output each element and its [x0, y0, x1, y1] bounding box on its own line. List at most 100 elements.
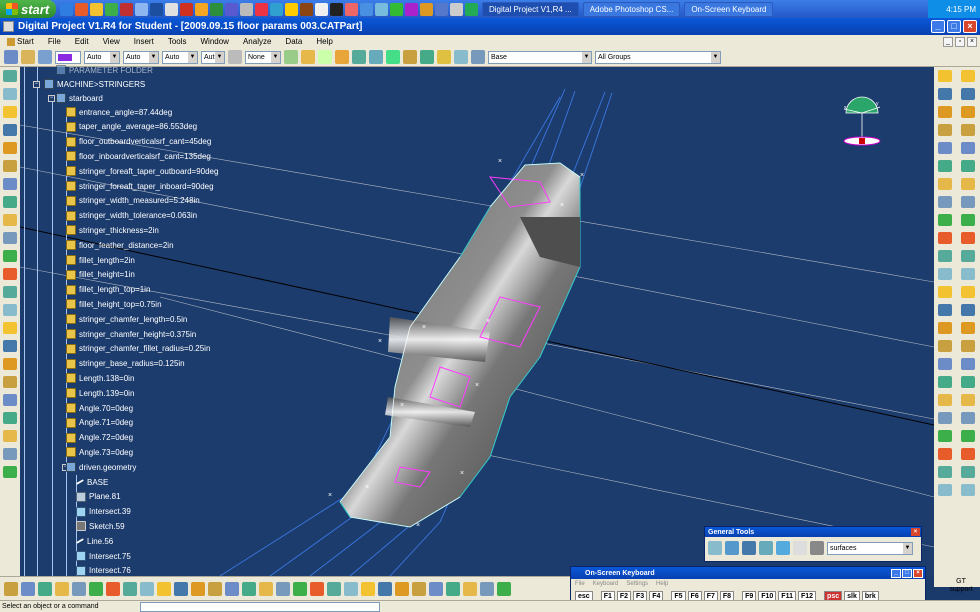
menu-view[interactable]: View	[96, 37, 127, 46]
quicklaunch-icon[interactable]	[420, 2, 433, 16]
tree-node-geometry[interactable]: Intersect.39	[76, 505, 131, 519]
measure-icon[interactable]	[725, 541, 739, 555]
quicklaunch-icon[interactable]	[375, 2, 388, 16]
right-tool-icon[interactable]	[961, 358, 975, 370]
bottom-tool-icon[interactable]	[395, 581, 409, 596]
right-tool-icon[interactable]	[961, 268, 975, 280]
left-tool-icon[interactable]	[3, 178, 17, 190]
right-tool-icon[interactable]	[961, 88, 975, 100]
maximize-button[interactable]: □	[947, 20, 961, 33]
quicklaunch-icon[interactable]	[405, 2, 418, 16]
clock[interactable]: 4:15 PM	[946, 5, 976, 14]
bottom-tool-icon[interactable]	[378, 581, 392, 596]
right-tool-icon[interactable]	[961, 124, 975, 136]
tree-node-parameter[interactable]: stringer_foreaft_taper_outboard=90deg	[66, 164, 218, 178]
brush-icon[interactable]	[301, 50, 315, 64]
left-tool-icon[interactable]	[3, 412, 17, 424]
close-icon[interactable]: ×	[911, 528, 920, 536]
menu-analyze[interactable]: Analyze	[236, 37, 278, 46]
tree-node-parameter[interactable]: Length.138=0in	[66, 371, 134, 385]
left-tool-icon[interactable]	[3, 160, 17, 172]
tree-node-parameter[interactable]: stringer_base_radius=0.125in	[66, 357, 185, 371]
quicklaunch-icon[interactable]	[450, 2, 463, 16]
plane-icon[interactable]	[776, 541, 790, 555]
shading-icon[interactable]	[386, 50, 400, 64]
bottom-tool-icon[interactable]	[429, 581, 443, 596]
tree-node-parameter[interactable]: entrance_angle=87.44deg	[66, 105, 172, 119]
minimize-button[interactable]: _	[931, 20, 945, 33]
quicklaunch-icon[interactable]	[150, 2, 163, 16]
left-tool-icon[interactable]	[3, 70, 17, 82]
task-photoshop[interactable]: Adobe Photoshop CS...	[582, 1, 681, 17]
bottom-tool-icon[interactable]	[446, 581, 460, 596]
right-tool-icon[interactable]	[938, 70, 952, 82]
left-tool-icon[interactable]	[3, 358, 17, 370]
linetype-combo-2[interactable]: Auto ▼	[123, 50, 159, 64]
tree-node-parameter[interactable]: Angle.71=0deg	[66, 416, 133, 430]
filter-icon[interactable]	[793, 541, 807, 555]
layer-icon[interactable]	[38, 50, 52, 64]
linetype-combo-1[interactable]: Auto ▼	[84, 50, 120, 64]
bulb-icon[interactable]	[403, 50, 417, 64]
right-tool-icon[interactable]	[938, 376, 952, 388]
quicklaunch-icon[interactable]	[75, 2, 88, 16]
expand-toggle[interactable]: −	[48, 95, 55, 102]
eraser-icon[interactable]	[318, 50, 332, 64]
snap-icon[interactable]	[352, 50, 366, 64]
tree-node-geometry[interactable]: Plane.81	[76, 490, 121, 504]
quicklaunch-icon[interactable]	[180, 2, 193, 16]
right-tool-icon[interactable]	[961, 412, 975, 424]
tree-node-parameter[interactable]: Angle.70=0deg	[66, 401, 133, 415]
view-icon[interactable]	[369, 50, 383, 64]
quicklaunch-icon[interactable]	[90, 2, 103, 16]
tree-node-parameter[interactable]: stringer_width_measured=5.248in	[66, 194, 200, 208]
quicklaunch-icon[interactable]	[285, 2, 298, 16]
tree-node-parameter[interactable]: stringer_thickness=2in	[66, 223, 159, 237]
right-tool-icon[interactable]	[938, 178, 952, 190]
right-tool-icon[interactable]	[938, 286, 952, 298]
surfaces-combo[interactable]: surfaces ▼	[827, 541, 913, 555]
tree-node-geometry[interactable]: BASE	[76, 475, 108, 489]
osk-menu-file[interactable]: File	[575, 581, 585, 587]
tree-node-parameter[interactable]: fillet_length=2in	[66, 253, 135, 267]
doc-close-button[interactable]: ×	[967, 36, 977, 47]
quicklaunch-icon[interactable]	[300, 2, 313, 16]
tree-node-parameter[interactable]: stringer_chamfer_fillet_radius=0.25in	[66, 342, 210, 356]
left-tool-icon[interactable]	[3, 196, 17, 208]
bottom-tool-icon[interactable]	[242, 581, 256, 596]
right-tool-icon[interactable]	[961, 394, 975, 406]
tree-node-geometry[interactable]: Line.56	[76, 534, 113, 548]
left-tool-icon[interactable]	[3, 214, 17, 226]
right-tool-icon[interactable]	[961, 196, 975, 208]
right-tool-icon[interactable]	[961, 142, 975, 154]
minimize-button[interactable]: _	[891, 568, 901, 578]
linetype-combo-4[interactable]: Aut ▼	[201, 50, 225, 64]
bottom-tool-icon[interactable]	[4, 581, 18, 596]
right-tool-icon[interactable]	[961, 70, 975, 82]
quicklaunch-icon[interactable]	[270, 2, 283, 16]
bottom-tool-icon[interactable]	[208, 581, 222, 596]
quicklaunch-icon[interactable]	[225, 2, 238, 16]
left-tool-icon[interactable]	[3, 88, 17, 100]
tree-node-parameter[interactable]: stringer_width_tolerance=0.063in	[66, 209, 197, 223]
menu-data[interactable]: Data	[278, 37, 309, 46]
pattern-icon[interactable]	[228, 50, 242, 64]
left-tool-icon[interactable]	[3, 268, 17, 280]
right-tool-icon[interactable]	[961, 466, 975, 478]
menu-tools[interactable]: Tools	[161, 37, 194, 46]
left-tool-icon[interactable]	[3, 142, 17, 154]
quicklaunch-icon[interactable]	[315, 2, 328, 16]
right-tool-icon[interactable]	[938, 88, 952, 100]
bottom-tool-icon[interactable]	[174, 581, 188, 596]
bottom-tool-icon[interactable]	[106, 581, 120, 596]
left-tool-icon[interactable]	[3, 322, 17, 334]
menu-window[interactable]: Window	[194, 37, 236, 46]
quicklaunch-icon[interactable]	[60, 2, 73, 16]
right-tool-icon[interactable]	[961, 340, 975, 352]
quicklaunch-icon[interactable]	[135, 2, 148, 16]
right-tool-icon[interactable]	[961, 376, 975, 388]
doc-minimize-button[interactable]: _	[943, 36, 953, 47]
right-tool-icon[interactable]	[961, 160, 975, 172]
right-tool-icon[interactable]	[938, 124, 952, 136]
menu-file[interactable]: File	[41, 37, 68, 46]
